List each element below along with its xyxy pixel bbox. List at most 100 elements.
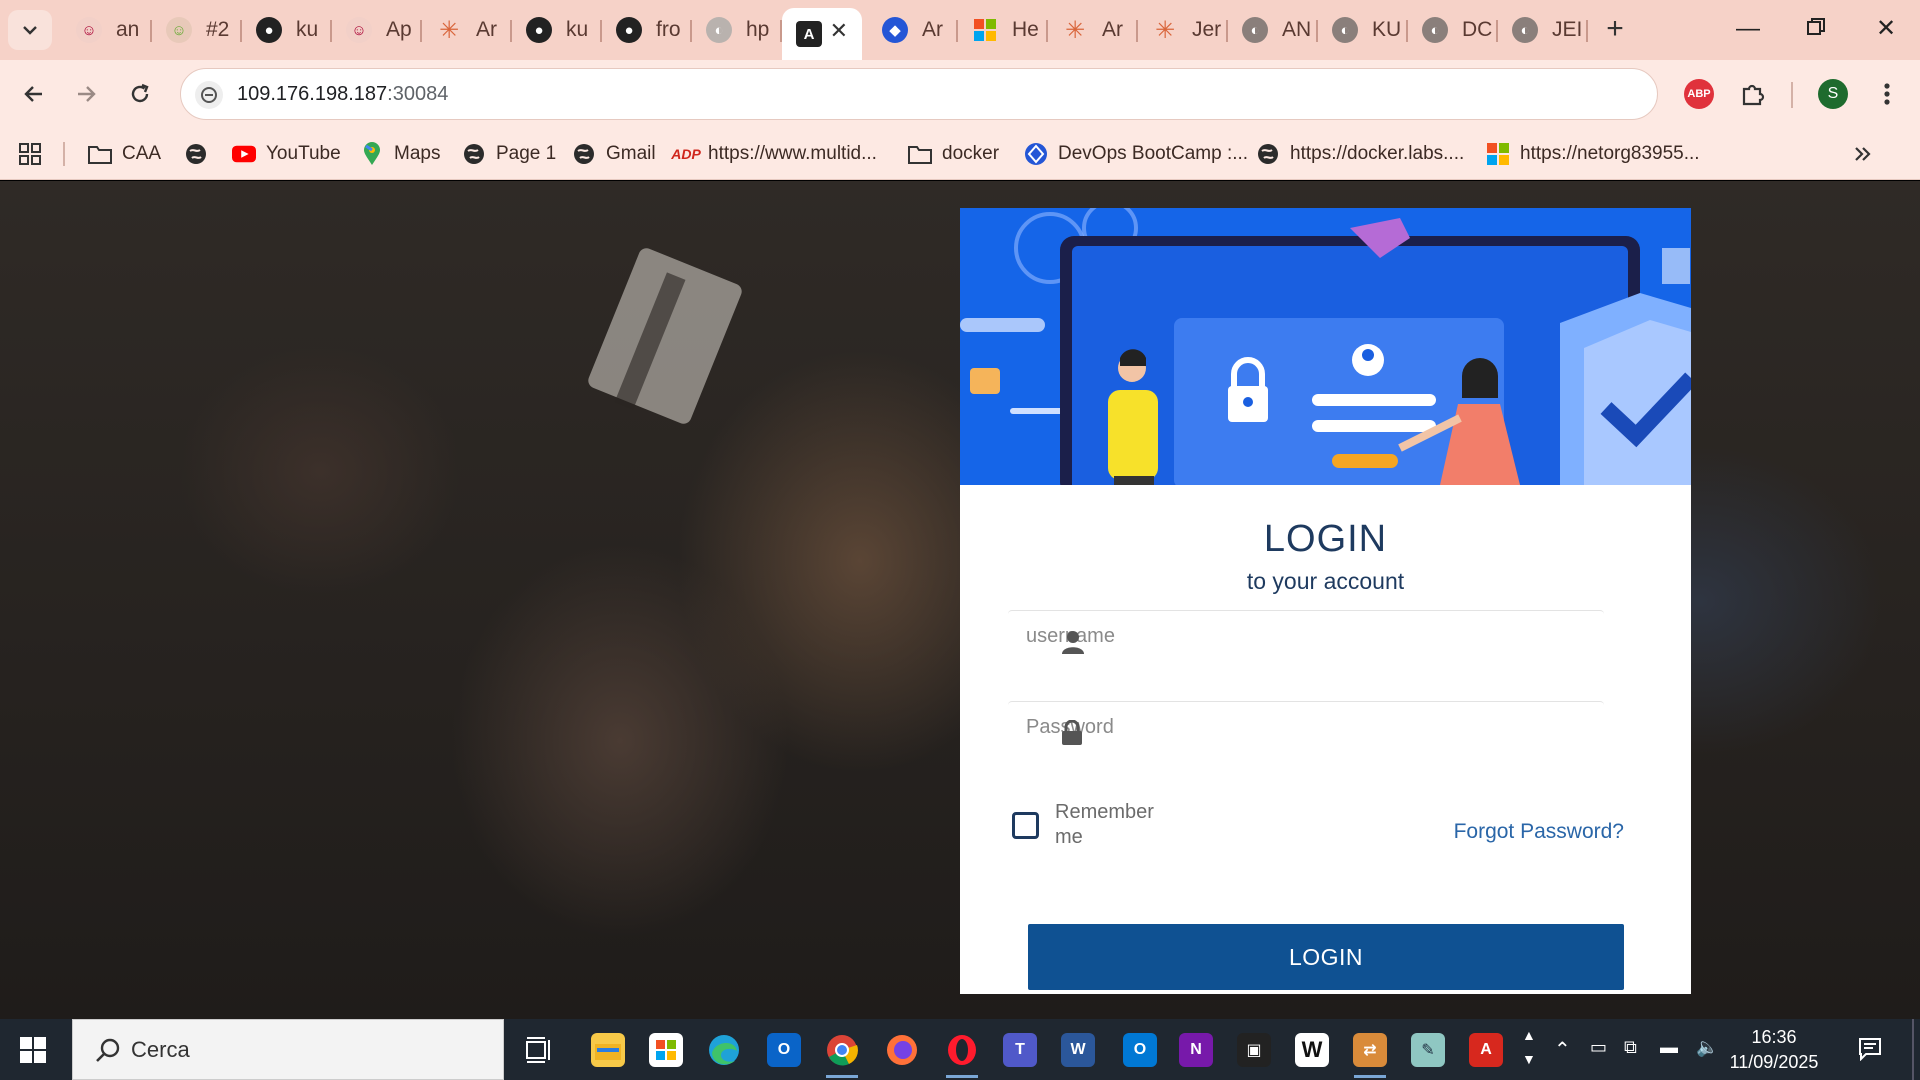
address-bar[interactable]: 109.176.198.187:30084 bbox=[180, 68, 1658, 120]
system-clock[interactable]: 16:36 11/09/2025 bbox=[1724, 1025, 1824, 1075]
site-info-icon[interactable] bbox=[195, 81, 223, 109]
page-viewport: LOGIN to your account Remember me Forgot… bbox=[0, 181, 1920, 1019]
virtualbox-app[interactable]: ▣ bbox=[1232, 1028, 1276, 1072]
show-desktop-button[interactable] bbox=[1912, 1019, 1914, 1080]
forgot-password-link[interactable]: Forgot Password? bbox=[1454, 820, 1624, 844]
opera-app[interactable] bbox=[940, 1028, 984, 1078]
bookmark-gmail[interactable]: Gmail bbox=[572, 140, 656, 168]
volume-icon[interactable]: 🔈 bbox=[1696, 1037, 1718, 1058]
browser-tab[interactable]: ◐ AN bbox=[1228, 8, 1318, 52]
bookmark-label: https://docker.labs.... bbox=[1290, 143, 1465, 164]
tab-label: hp bbox=[746, 18, 770, 41]
teams-app[interactable]: T bbox=[998, 1028, 1042, 1072]
bookmark-multid[interactable]: ADP https://www.multid... bbox=[671, 140, 877, 168]
puzzle-icon bbox=[1742, 84, 1765, 106]
bookmark-devops-bootcamp[interactable]: DevOps BootCamp :... bbox=[1024, 140, 1248, 168]
bookmark-globe[interactable] bbox=[184, 140, 218, 168]
browser-tab[interactable]: ● ku bbox=[242, 8, 332, 52]
bookmark-label: DevOps BootCamp :... bbox=[1058, 143, 1249, 164]
globe-icon: ◐ bbox=[1512, 17, 1538, 43]
file-explorer-app[interactable] bbox=[586, 1028, 630, 1072]
github-icon: ● bbox=[526, 17, 552, 43]
bookmark-youtube[interactable]: YouTube bbox=[232, 140, 341, 168]
login-button[interactable]: LOGIN bbox=[1028, 924, 1624, 990]
username-field[interactable] bbox=[1008, 610, 1604, 668]
restore-button[interactable] bbox=[1796, 12, 1836, 46]
url-port: :30084 bbox=[387, 83, 449, 105]
more-vertical-icon bbox=[1884, 83, 1890, 105]
forward-button[interactable] bbox=[68, 76, 104, 112]
tab-label: Ar bbox=[922, 18, 943, 41]
bookmark-docker-labs[interactable]: https://docker.labs.... bbox=[1256, 140, 1464, 168]
tab-search-button[interactable] bbox=[8, 10, 52, 50]
browser-tab[interactable]: ◐ DC bbox=[1408, 8, 1498, 52]
start-button[interactable] bbox=[20, 1037, 46, 1063]
reload-button[interactable] bbox=[122, 76, 158, 112]
browser-tab-active[interactable]: A ✕ bbox=[782, 8, 862, 60]
browser-tab[interactable]: ◆ Ar bbox=[868, 8, 958, 52]
battery-icon[interactable]: ▬ bbox=[1660, 1037, 1678, 1058]
extensions-button[interactable] bbox=[1736, 77, 1770, 111]
remember-me[interactable]: Remember me bbox=[1012, 800, 1175, 850]
acrobat-app[interactable]: A bbox=[1464, 1028, 1508, 1072]
notes-app[interactable]: ✎ bbox=[1406, 1028, 1450, 1072]
minimize-button[interactable]: — bbox=[1728, 12, 1768, 46]
browser-tab[interactable]: ◐ JEI bbox=[1498, 8, 1588, 52]
globe-icon: ◐ bbox=[1332, 17, 1358, 43]
close-window-button[interactable]: ✕ bbox=[1866, 12, 1906, 46]
tab-label: an bbox=[116, 18, 140, 41]
bookmark-folder-docker[interactable]: docker bbox=[908, 140, 999, 168]
browser-toolbar: 109.176.198.187:30084 ABP S bbox=[0, 60, 1920, 128]
password-input[interactable] bbox=[1026, 712, 1586, 742]
chrome-app[interactable] bbox=[820, 1028, 864, 1078]
browser-tab[interactable]: ● ku bbox=[512, 8, 602, 52]
bookmark-folder-caa[interactable]: CAA bbox=[88, 140, 161, 168]
browser-menu-button[interactable] bbox=[1870, 77, 1904, 111]
firefox-app[interactable] bbox=[880, 1028, 924, 1072]
browser-tab[interactable]: ✳ Jer bbox=[1138, 8, 1228, 52]
outlook-app[interactable]: O bbox=[762, 1028, 806, 1072]
task-view-button[interactable] bbox=[518, 1028, 562, 1072]
url-text[interactable]: 109.176.198.187:30084 bbox=[237, 83, 448, 106]
maps-icon bbox=[360, 142, 384, 166]
browser-tab[interactable]: ◐ KU bbox=[1318, 8, 1408, 52]
username-input[interactable] bbox=[1026, 621, 1586, 651]
password-field[interactable] bbox=[1008, 701, 1604, 759]
globe-icon: ◐ bbox=[706, 17, 732, 43]
adblock-extension-button[interactable]: ABP bbox=[1682, 77, 1716, 111]
apps-button[interactable] bbox=[18, 140, 52, 168]
profile-button[interactable]: S bbox=[1816, 77, 1850, 111]
network-app[interactable]: ⇄ bbox=[1348, 1028, 1392, 1078]
new-tab-button[interactable]: + bbox=[1598, 12, 1632, 46]
show-hidden-icons-button[interactable]: ⌃ bbox=[1554, 1037, 1571, 1062]
browser-tab[interactable]: ● fro bbox=[602, 8, 692, 52]
notifications-button[interactable] bbox=[1858, 1037, 1882, 1067]
outlook-classic-app[interactable]: O bbox=[1118, 1028, 1162, 1072]
taskbar-search[interactable]: Cerca bbox=[72, 1019, 504, 1080]
bookmark-page-1[interactable]: Page 1 bbox=[462, 140, 556, 168]
browser-tab[interactable]: ◐ hp bbox=[692, 8, 782, 52]
bookmark-netorg[interactable]: https://netorg83955... bbox=[1486, 140, 1700, 168]
close-tab-icon[interactable]: ✕ bbox=[830, 18, 848, 44]
meet-now-icon[interactable]: ▭ bbox=[1590, 1037, 1607, 1058]
wunderlist-app[interactable]: W bbox=[1290, 1028, 1334, 1072]
bookmarks-overflow-button[interactable] bbox=[1854, 140, 1872, 168]
bookmark-maps[interactable]: Maps bbox=[360, 140, 440, 168]
back-button[interactable] bbox=[16, 76, 52, 112]
devops-icon bbox=[1024, 142, 1048, 166]
display-icon[interactable]: ⧉ bbox=[1624, 1037, 1637, 1058]
browser-tab[interactable]: ☺ an bbox=[62, 8, 152, 52]
word-app[interactable]: W bbox=[1056, 1028, 1100, 1072]
login-illustration bbox=[960, 208, 1691, 485]
browser-tab[interactable]: ☺ Ap bbox=[332, 8, 422, 52]
browser-tab[interactable]: ✳ Ar bbox=[422, 8, 512, 52]
taskbar-scroll-buttons[interactable]: ▲ ▼ bbox=[1522, 1023, 1536, 1071]
store-app[interactable] bbox=[644, 1028, 688, 1072]
browser-tab[interactable]: ☺ #2 bbox=[152, 8, 242, 52]
remember-me-checkbox[interactable] bbox=[1012, 812, 1039, 839]
edge-app[interactable] bbox=[702, 1028, 746, 1072]
toolbar-divider bbox=[1791, 82, 1793, 108]
browser-tab[interactable]: ✳ Ar bbox=[1048, 8, 1138, 52]
browser-tab[interactable]: He bbox=[958, 8, 1048, 52]
onenote-app[interactable]: N bbox=[1174, 1028, 1218, 1072]
